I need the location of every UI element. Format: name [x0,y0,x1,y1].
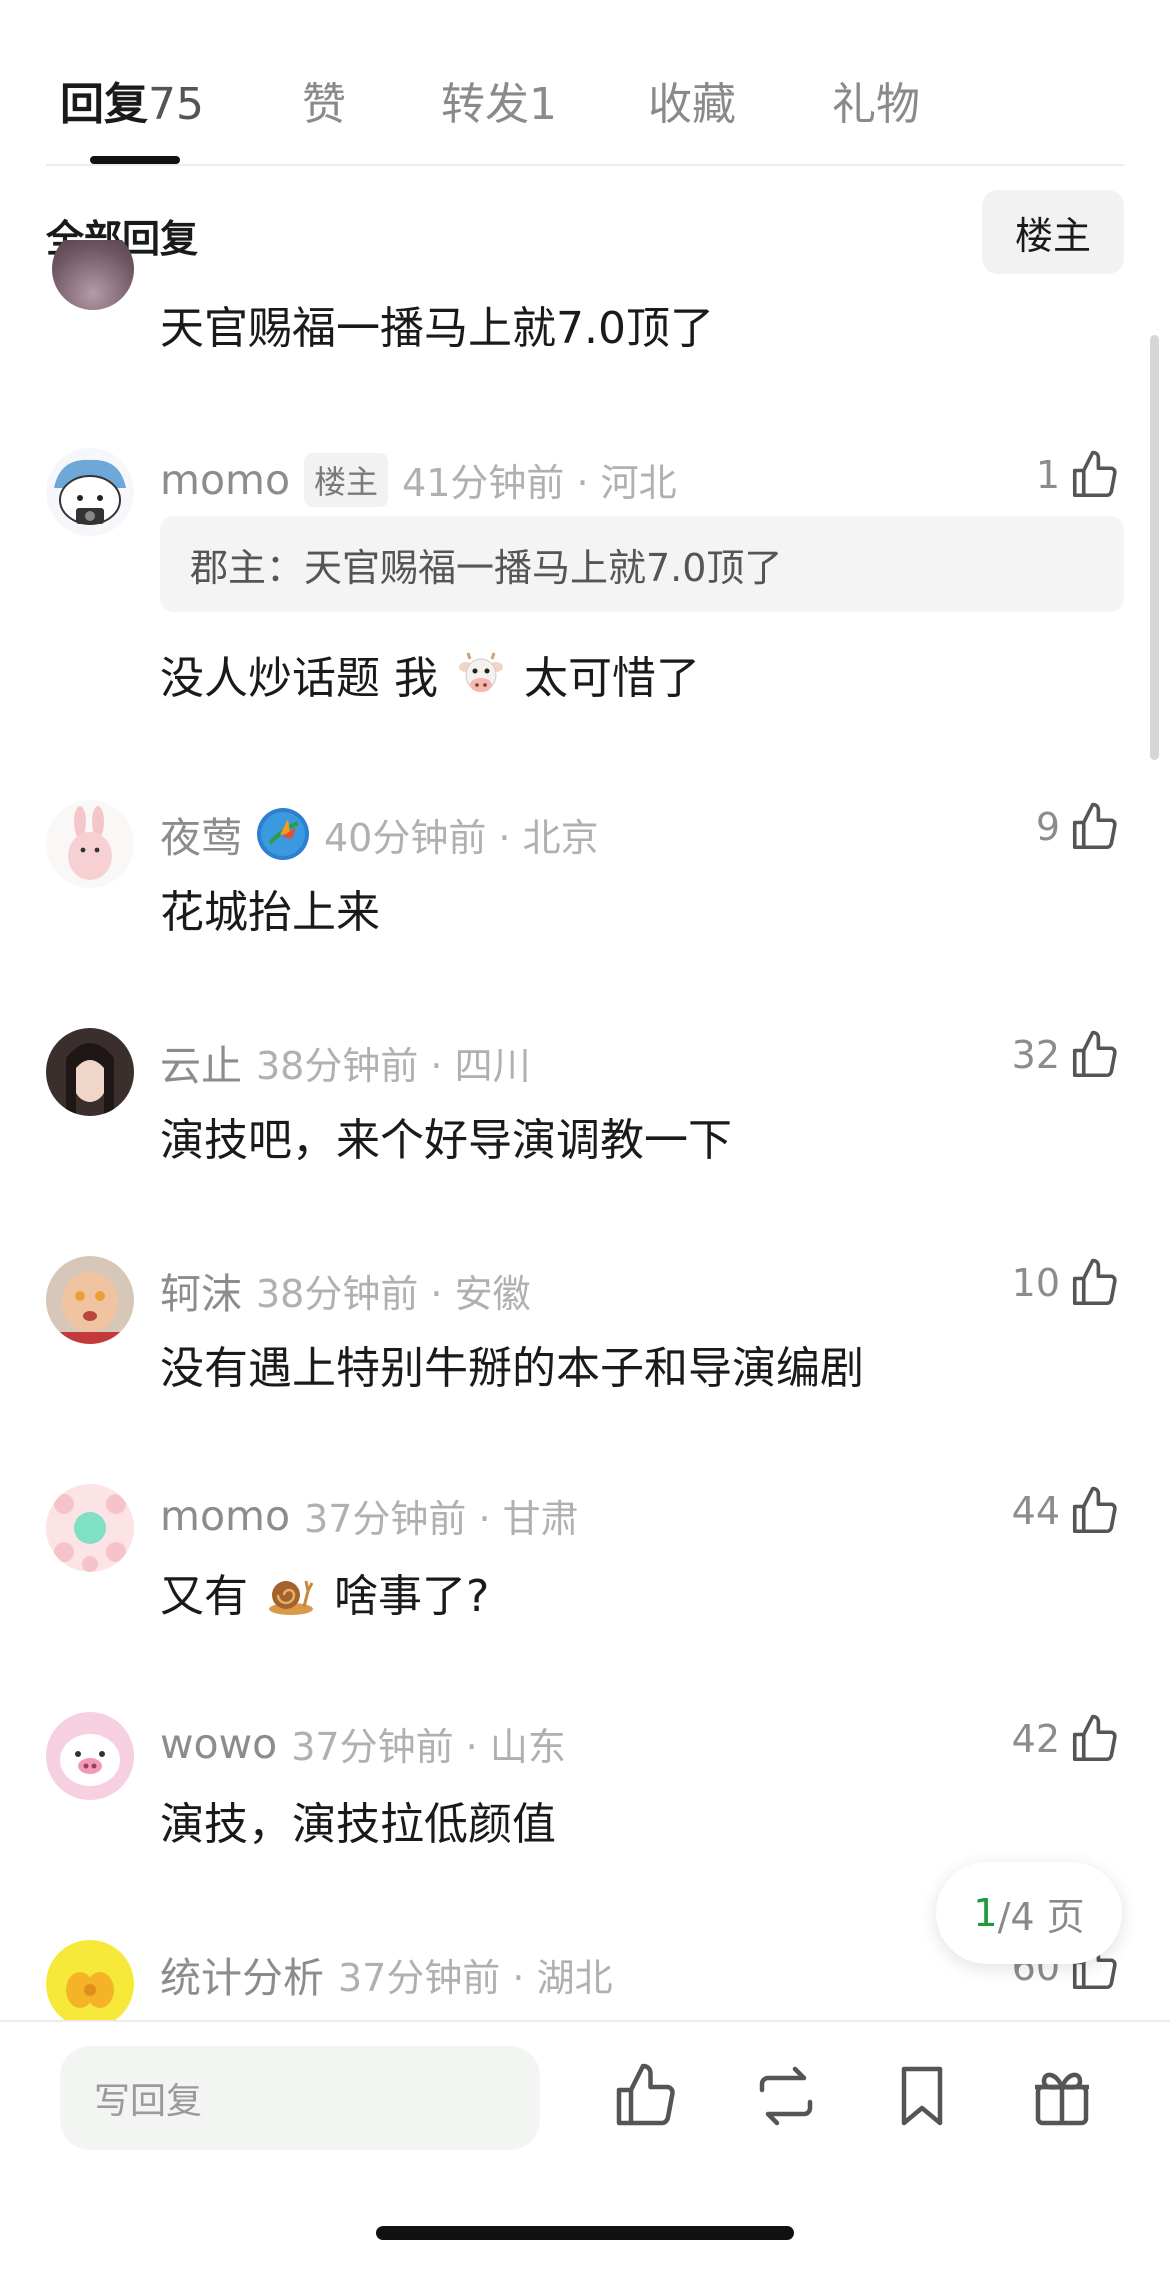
username[interactable]: momo [160,1492,290,1540]
time-location: 41分钟前 · 河北 [402,461,677,505]
cow-face-icon [459,652,503,692]
tab-replies[interactable]: 回复75 [60,68,204,132]
thumbs-up-icon [1072,1486,1117,1534]
comment-text: 花城抬上来 [160,887,380,938]
username[interactable]: 轲沫 [160,1260,242,1320]
thumbs-up-icon [1072,1714,1117,1762]
comment-text-part: 太可惜了 [524,653,700,704]
like-button[interactable]: 42 [1012,1712,1122,1766]
avatar-illustration [46,1712,134,1800]
thumbs-up-icon [1072,802,1117,850]
comment-meta: 统计分析 37分钟前 · 湖北 [160,1944,613,2004]
avatar-illustration [46,1940,134,2028]
time-location: 37分钟前 · 湖北 [338,1955,613,2000]
like-count: 9 [1035,805,1060,849]
page-indicator[interactable]: 1/4 页 [936,1862,1122,1964]
tab-likes[interactable]: 赞 [302,68,346,132]
time-location: 38分钟前 · 四川 [256,1043,531,1088]
page-current: 1 [973,1891,998,1935]
tab-replies-count: 75 [148,79,204,130]
comment-meta: 夜莺 40分钟前 · 北京 [160,804,599,864]
comment-text: 演技，演技拉低颜值 [160,1799,556,1850]
op-badge: 楼主 [304,452,389,507]
scrollbar[interactable] [1150,335,1159,760]
like-button[interactable]: 1 [1036,448,1122,502]
avatar[interactable] [46,448,134,536]
avatar-illustration [46,800,134,888]
comment-text-part: 又有 [160,1571,248,1622]
username[interactable]: 夜莺 [160,804,242,864]
time-location: 37分钟前 · 甘肃 [304,1497,579,1541]
tab-gifts-label: 礼物 [832,79,920,130]
like-icon[interactable] [610,2060,682,2132]
like-button[interactable]: 44 [1012,1484,1122,1538]
avatar[interactable] [46,1028,134,1116]
like-button[interactable]: 10 [1012,1256,1122,1310]
avatar[interactable] [46,800,134,888]
time-location: 37分钟前 · 山东 [291,1725,566,1769]
tab-favorites[interactable]: 收藏 [648,68,736,132]
like-count: 10 [1011,1261,1060,1305]
time-location: 38分钟前 · 安徽 [256,1271,531,1316]
tab-reposts[interactable]: 转发1 [441,68,557,132]
avatar-illustration [46,448,134,536]
comment-meta: momo 37分钟前 · 甘肃 [160,1488,579,1543]
avatar[interactable] [46,1484,134,1572]
op-filter-button[interactable]: 楼主 [982,190,1124,274]
comment-text: 没人炒话题 我 太可惜了 [160,642,700,706]
tab-replies-label: 回复 [60,79,148,130]
avatar[interactable] [46,1256,134,1344]
tab-bar: 回复75 赞 转发1 收藏 礼物 [46,60,1126,140]
comment-text: 又有 啥事了? [160,1560,489,1624]
comment-text-part: 没人炒话题 我 [160,653,438,704]
comment-text: 天官赐福一播马上就7.0顶了 [160,303,714,354]
thumbs-up-icon [1072,1030,1117,1078]
comment-meta: wowo 37分钟前 · 山东 [160,1716,566,1771]
quoted-reply[interactable]: 郡主：天官赐福一播马上就7.0顶了 [160,516,1124,612]
tab-gifts[interactable]: 礼物 [832,68,920,132]
like-count: 1 [1035,453,1060,497]
gift-icon[interactable] [1026,2060,1098,2132]
bookmark-icon[interactable] [886,2060,958,2132]
username[interactable]: momo [160,456,290,504]
tab-reposts-label: 转发 [441,79,529,130]
tab-reposts-count: 1 [529,79,557,130]
comment-meta: 轲沫 38分钟前 · 安徽 [160,1260,531,1320]
thumbs-up-icon [1072,450,1117,498]
like-button[interactable]: 32 [1012,1028,1122,1082]
tabs-divider [46,164,1124,166]
username[interactable]: 统计分析 [160,1944,324,2004]
snail-icon [269,1580,314,1615]
avatar[interactable] [46,1712,134,1800]
reply-input[interactable]: 写回复 [60,2046,540,2150]
avatar[interactable] [52,240,134,310]
tab-likes-label: 赞 [302,79,346,130]
home-indicator[interactable] [376,2226,794,2240]
page-total: /4 页 [997,1894,1085,1939]
like-count: 44 [1011,1489,1060,1533]
like-button[interactable]: 9 [1036,800,1122,854]
username[interactable]: 云止 [160,1032,242,1092]
active-tab-indicator [90,156,180,164]
tab-favorites-label: 收藏 [648,79,736,130]
bird-of-paradise-badge-icon[interactable] [256,807,310,861]
comment-text-part: 啥事了? [334,1571,490,1622]
repost-icon[interactable] [750,2060,822,2132]
comment-text: 演技吧，来个好导演调教一下 [160,1115,732,1166]
time-location: 40分钟前 · 北京 [324,815,599,860]
avatar-illustration [46,1484,134,1572]
username[interactable]: wowo [160,1720,277,1768]
like-count: 32 [1011,1033,1060,1077]
comment-meta: 云止 38分钟前 · 四川 [160,1032,531,1092]
avatar-photo [46,1256,134,1344]
thumbs-up-icon [1072,1258,1117,1306]
comment-text: 没有遇上特别牛掰的本子和导演编剧 [160,1343,864,1394]
comment-meta: momo 楼主 41分钟前 · 河北 [160,452,677,507]
like-count: 42 [1011,1717,1060,1761]
avatar[interactable] [46,1940,134,2028]
avatar-photo [46,1028,134,1116]
